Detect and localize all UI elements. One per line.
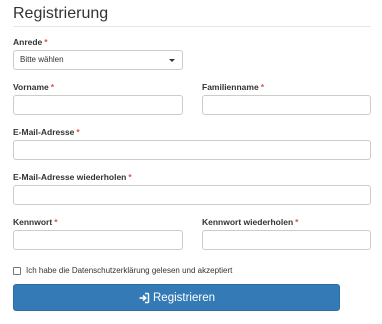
email-repeat-input[interactable] <box>13 185 371 205</box>
salutation-label: Anrede * <box>13 37 48 47</box>
registration-form: Registrierung Anrede * Bitte wählen Vorna… <box>0 0 382 324</box>
first-name-input[interactable] <box>13 95 183 115</box>
form-legend: Registrierung <box>13 5 371 27</box>
register-button-label: Registrieren <box>153 291 215 304</box>
email-repeat-label: E-Mail-Adresse wiederholen * <box>13 172 132 182</box>
register-button[interactable]: Registrieren <box>13 284 340 311</box>
salutation-label-text: Anrede <box>13 37 43 47</box>
password-repeat-label: Kennwort wiederholen * <box>202 217 298 227</box>
privacy-consent-label[interactable]: Ich habe die Datenschutzerklärung gelese… <box>26 266 232 276</box>
password-label-text: Kennwort <box>13 217 53 227</box>
salutation-select[interactable]: Bitte wählen <box>13 50 183 70</box>
last-name-label: Familienname * <box>202 82 264 92</box>
password-label: Kennwort * <box>13 217 58 227</box>
required-marker: * <box>44 37 48 47</box>
required-marker: * <box>76 127 80 137</box>
email-label: E-Mail-Adresse * <box>13 127 80 137</box>
password-input[interactable] <box>13 230 183 250</box>
required-marker: * <box>54 217 58 227</box>
salutation-select-value: Bitte wählen <box>20 55 64 64</box>
email-input[interactable] <box>13 140 371 160</box>
privacy-consent-checkbox[interactable] <box>13 267 21 275</box>
required-marker: * <box>50 82 55 92</box>
required-marker: * <box>260 82 264 92</box>
first-name-label: Vorname * <box>13 82 54 92</box>
email-label-text: E-Mail-Adresse <box>13 127 75 137</box>
required-marker: * <box>128 172 132 182</box>
login-icon <box>138 292 150 304</box>
last-name-input[interactable] <box>202 95 371 115</box>
email-repeat-label-text: E-Mail-Adresse wiederholen <box>13 172 127 182</box>
caret-down-icon <box>169 59 175 62</box>
password-repeat-label-text: Kennwort wiederholen <box>202 217 294 227</box>
password-repeat-input[interactable] <box>202 230 371 250</box>
first-name-label-text: Vorname <box>13 82 49 92</box>
required-marker: * <box>295 217 299 227</box>
last-name-label-text: Familienname <box>202 82 259 92</box>
